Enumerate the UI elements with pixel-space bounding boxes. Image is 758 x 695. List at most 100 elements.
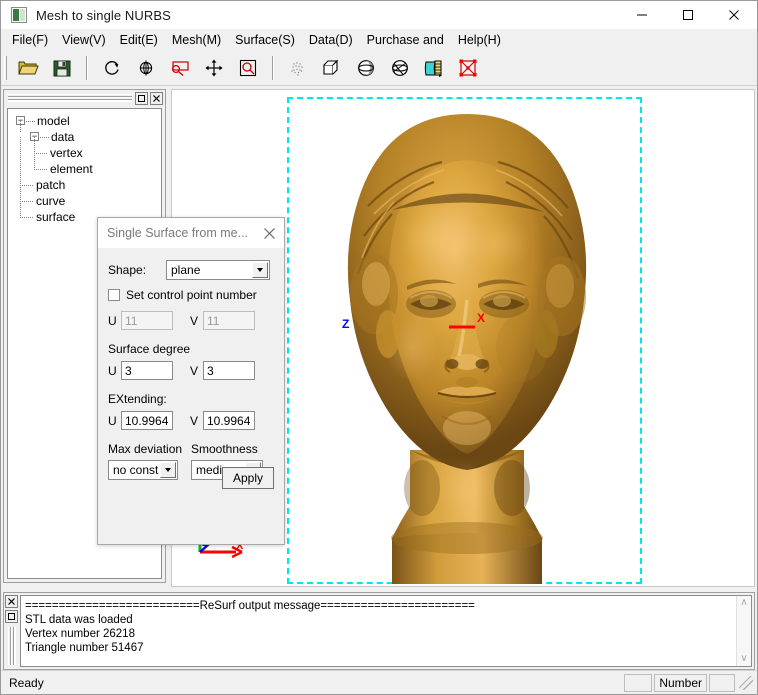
point-cloud-icon[interactable]	[283, 53, 313, 83]
tree-connector	[20, 169, 21, 185]
control-point-v-input[interactable]	[203, 311, 255, 330]
resize-grip[interactable]	[739, 675, 753, 690]
dialog-title-bar: Single Surface from me...	[98, 218, 284, 248]
toolbar-separator-2	[272, 55, 274, 80]
menu-purchase[interactable]: Purchase and	[361, 31, 450, 49]
status-panel-1	[624, 673, 653, 692]
scroll-up-icon[interactable]: ∧	[740, 598, 747, 608]
menu-help[interactable]: Help(H)	[452, 31, 507, 49]
tree-connector	[26, 121, 36, 122]
set-control-point-checkbox[interactable]	[108, 289, 120, 301]
rotate-icon[interactable]	[97, 53, 127, 83]
dialog-close-button[interactable]	[254, 219, 284, 248]
tree-node-vertex[interactable]: vertex	[8, 137, 161, 161]
status-panel-3	[709, 673, 735, 692]
toolbar-separator-1	[86, 55, 88, 80]
control-point-u-input[interactable]	[121, 311, 173, 330]
dialog-body: Shape: plane Set control point number U …	[98, 248, 284, 499]
tree-pane-float-button[interactable]	[135, 91, 148, 105]
extending-u-label: U	[108, 413, 117, 428]
tree-connector	[34, 153, 35, 169]
tree-node-model[interactable]: − model	[8, 113, 161, 129]
output-pane-side-bar	[4, 593, 19, 669]
surface-degree-v-label: V	[190, 363, 199, 378]
tree-connector	[34, 137, 35, 153]
output-message-text[interactable]: ==========================ReSurf output …	[20, 595, 752, 667]
menu-file[interactable]: File(F)	[6, 31, 54, 49]
output-pane-drag-grip[interactable]	[7, 627, 16, 665]
smoothness-label: Smoothness	[191, 442, 258, 456]
pan-move-icon[interactable]	[199, 53, 229, 83]
tree-connector	[34, 169, 48, 170]
tree-connector	[20, 217, 34, 218]
tree-label-data: data	[51, 130, 75, 144]
output-pane-float-button[interactable]	[5, 610, 18, 623]
status-text: Ready	[9, 675, 44, 690]
shape-combobox[interactable]: plane	[166, 260, 270, 280]
menu-mesh[interactable]: Mesh(M)	[166, 31, 227, 49]
max-deviation-label: Max deviation	[108, 442, 183, 456]
extending-label: EXtending:	[108, 392, 167, 406]
scroll-down-icon[interactable]: ∨	[740, 654, 747, 664]
status-bar-panels: Number	[622, 673, 755, 693]
max-deviation-combobox[interactable]: no constr	[108, 460, 178, 480]
viewport-x-label: X	[477, 311, 486, 325]
toolbar	[1, 50, 757, 86]
extending-v-input[interactable]	[203, 411, 255, 430]
shape-row: Shape: plane	[108, 260, 274, 280]
menu-edit[interactable]: Edit(E)	[114, 31, 164, 49]
save-disk-icon[interactable]	[47, 53, 77, 83]
shaded-sphere-icon[interactable]	[351, 53, 381, 83]
tree-node-element[interactable]: element	[8, 153, 161, 177]
tree-node-data[interactable]: − data	[8, 121, 161, 145]
maximize-button[interactable]	[665, 1, 711, 28]
set-control-point-label: Set control point number	[126, 288, 257, 302]
zoom-fit-icon[interactable]	[233, 53, 263, 83]
chevron-down-icon[interactable]	[160, 462, 176, 478]
surface-degree-v-input[interactable]	[203, 361, 255, 380]
title-bar: Mesh to single NURBS	[1, 1, 757, 29]
menu-bar: File(F) View(V) Edit(E) Mesh(M) Surface(…	[1, 29, 757, 50]
zoom-window-icon[interactable]	[165, 53, 195, 83]
surface-stack-icon[interactable]	[419, 53, 449, 83]
minimize-button[interactable]	[619, 1, 665, 28]
tree-connector	[20, 185, 34, 186]
output-pane-close-button[interactable]	[5, 595, 18, 608]
single-surface-dialog[interactable]: Single Surface from me... Shape: plane S…	[97, 217, 285, 545]
window-title: Mesh to single NURBS	[36, 7, 171, 23]
nurbs-head-model[interactable]	[292, 98, 642, 584]
mesh-sphere-icon[interactable]	[385, 53, 415, 83]
shape-value: plane	[171, 263, 201, 277]
control-point-checkbox-row[interactable]: Set control point number	[108, 288, 274, 302]
menu-surface[interactable]: Surface(S)	[229, 31, 301, 49]
tree-label-patch: patch	[36, 178, 66, 192]
tree-node-curve[interactable]: curve	[8, 185, 161, 209]
tree-connector	[40, 137, 50, 138]
status-panel-number: Number	[654, 673, 707, 692]
window-controls	[619, 1, 757, 28]
apply-button[interactable]: Apply	[222, 467, 274, 489]
tree-pane-drag-grip[interactable]	[8, 94, 132, 102]
tree-node-patch[interactable]: patch	[8, 169, 161, 193]
chevron-down-icon[interactable]	[252, 262, 268, 278]
tree-pane-close-button[interactable]	[150, 91, 163, 105]
dialog-title: Single Surface from me...	[107, 226, 249, 240]
surface-degree-label: Surface degree	[108, 342, 191, 356]
tree-connector	[20, 201, 21, 217]
output-scrollbar[interactable]: ∧ ∨	[736, 596, 751, 666]
tree-label-curve: curve	[36, 194, 66, 208]
application-window: Mesh to single NURBS File(F) View(V) Edi…	[0, 0, 758, 695]
box-wireframe-icon[interactable]	[317, 53, 347, 83]
menu-view[interactable]: View(V)	[56, 31, 112, 49]
toolbar-grip[interactable]	[4, 55, 7, 80]
extending-uv-row: U V	[108, 411, 274, 430]
output-message-pane: ==========================ReSurf output …	[3, 592, 755, 670]
control-grid-icon[interactable]	[453, 53, 483, 83]
open-folder-icon[interactable]	[13, 53, 43, 83]
rotate-axis-icon[interactable]	[131, 53, 161, 83]
close-button[interactable]	[711, 1, 757, 28]
surface-degree-u-input[interactable]	[121, 361, 173, 380]
extending-u-input[interactable]	[121, 411, 173, 430]
menu-data[interactable]: Data(D)	[303, 31, 359, 49]
client-area: − model − data vertex element patch curv…	[1, 87, 757, 589]
